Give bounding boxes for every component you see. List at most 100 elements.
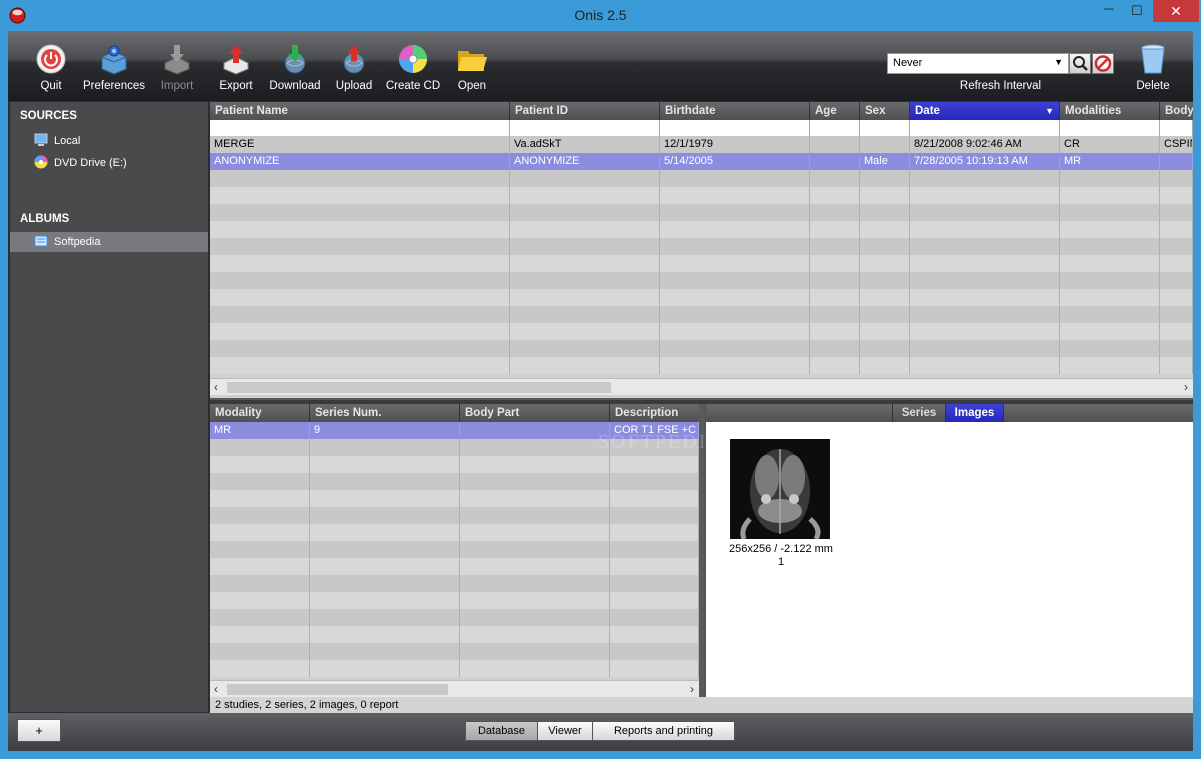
scrollbar-thumb[interactable] [227,382,611,393]
scrollbar-thumb[interactable] [227,684,448,695]
title-bar[interactable]: Onis 2.5 ─ ☐ ✕ [0,0,1201,31]
stop-button[interactable] [1092,53,1114,74]
column-description[interactable]: Description [610,404,699,422]
table-row[interactable] [210,609,699,626]
filter-age[interactable] [810,120,860,136]
series-horizontal-scrollbar[interactable]: ‹ › [210,680,699,697]
table-cell [1160,170,1193,187]
client-area: Quit Preferences Import Export Download … [8,31,1193,751]
table-row[interactable] [210,323,1193,340]
filter-date[interactable] [910,120,1060,136]
column-modalities[interactable]: Modalities [1060,102,1160,120]
filter-birthdate[interactable] [660,120,810,136]
column-patient-name[interactable]: Patient Name [210,102,510,120]
table-cell [210,204,510,221]
filter-patient-id[interactable] [510,120,660,136]
table-row[interactable]: ANONYMIZE ANONYMIZE 5/14/2005 Male 7/28/2005… [210,153,1193,170]
table-row[interactable] [210,272,1193,289]
sidebar-item-softpedia[interactable]: Softpedia [10,232,208,252]
table-row[interactable] [210,524,699,541]
table-cell [210,187,510,204]
table-cell [1060,221,1160,238]
table-row[interactable] [210,221,1193,238]
close-button[interactable]: ✕ [1153,0,1199,22]
table-cell [610,626,699,643]
minimize-button[interactable]: ─ [1096,0,1122,22]
table-cell: CSPIN [1160,136,1193,153]
scroll-left-icon[interactable]: ‹ [214,682,218,696]
sidebar-item-local[interactable]: Local [34,131,80,151]
filter-modalities[interactable] [1060,120,1160,136]
preferences-label: Preferences [82,80,145,92]
table-row[interactable] [210,357,1193,374]
export-button[interactable]: Export [212,31,260,101]
table-row[interactable] [210,238,1193,255]
table-row[interactable] [210,204,1193,221]
column-age[interactable]: Age [810,102,860,120]
table-cell [210,272,510,289]
tab-images[interactable]: Images [945,404,1003,422]
quit-button[interactable]: Quit [28,31,74,101]
table-row[interactable] [210,473,699,490]
table-row[interactable] [210,340,1193,357]
table-cell [1160,306,1193,323]
preferences-button[interactable]: Preferences [80,31,148,101]
upload-button[interactable]: Upload [330,31,378,101]
refresh-interval-select[interactable]: Never ▼ [887,53,1069,74]
table-cell [610,456,699,473]
image-thumbnail[interactable] [730,439,830,539]
table-row[interactable] [210,592,699,609]
table-row[interactable] [210,170,1193,187]
column-body[interactable]: Body [1160,102,1193,120]
column-patient-id[interactable]: Patient ID [510,102,660,120]
column-sex[interactable]: Sex [860,102,910,120]
table-cell [860,187,910,204]
filter-patient-name[interactable] [210,120,510,136]
table-cell [860,340,910,357]
column-date[interactable]: Date ▼ [910,102,1060,120]
table-row[interactable] [210,643,699,660]
add-button[interactable]: + [17,719,61,742]
table-row[interactable] [210,289,1193,306]
tab-series[interactable]: Series [892,404,945,422]
table-row[interactable] [210,306,1193,323]
table-row[interactable] [210,660,699,677]
table-row[interactable] [210,507,699,524]
open-button[interactable]: Open [448,31,496,101]
column-body-part[interactable]: Body Part [460,404,610,422]
table-row[interactable] [210,626,699,643]
table-row[interactable] [210,575,699,592]
toolbar: Quit Preferences Import Export Download … [8,31,1193,101]
table-cell [1160,272,1193,289]
filter-sex[interactable] [860,120,910,136]
table-row[interactable] [210,541,699,558]
table-row[interactable] [210,490,699,507]
table-row[interactable] [210,456,699,473]
scroll-left-icon[interactable]: ‹ [214,380,218,394]
create-cd-button[interactable]: Create CD [384,31,442,101]
search-button[interactable] [1069,53,1091,74]
table-cell [210,306,510,323]
scroll-right-icon[interactable]: › [690,682,694,696]
filter-body[interactable] [1160,120,1193,136]
scroll-right-icon[interactable]: › [1184,380,1188,394]
table-cell [910,221,1060,238]
table-row[interactable] [210,187,1193,204]
import-button[interactable]: Import [153,31,201,101]
table-cell [210,323,510,340]
table-cell [210,255,510,272]
sidebar-item-dvd-drive[interactable]: DVD Drive (E:) [34,153,127,173]
tab-database[interactable]: Database [465,721,538,741]
column-birthdate[interactable]: Birthdate [660,102,810,120]
tab-reports-and-printing[interactable]: Reports and printing [592,721,735,741]
column-series-num[interactable]: Series Num. [310,404,460,422]
table-row[interactable] [210,558,699,575]
delete-button[interactable]: Delete [1130,31,1176,101]
download-button[interactable]: Download [266,31,324,101]
maximize-button[interactable]: ☐ [1124,0,1150,22]
table-row[interactable] [210,255,1193,272]
table-row[interactable]: MERGE Va.adSkT 12/1/1979 8/21/2008 9:02:46 … [210,136,1193,153]
tab-viewer[interactable]: Viewer [537,721,593,741]
column-modality[interactable]: Modality [210,404,310,422]
studies-horizontal-scrollbar[interactable]: ‹ › [210,378,1193,395]
